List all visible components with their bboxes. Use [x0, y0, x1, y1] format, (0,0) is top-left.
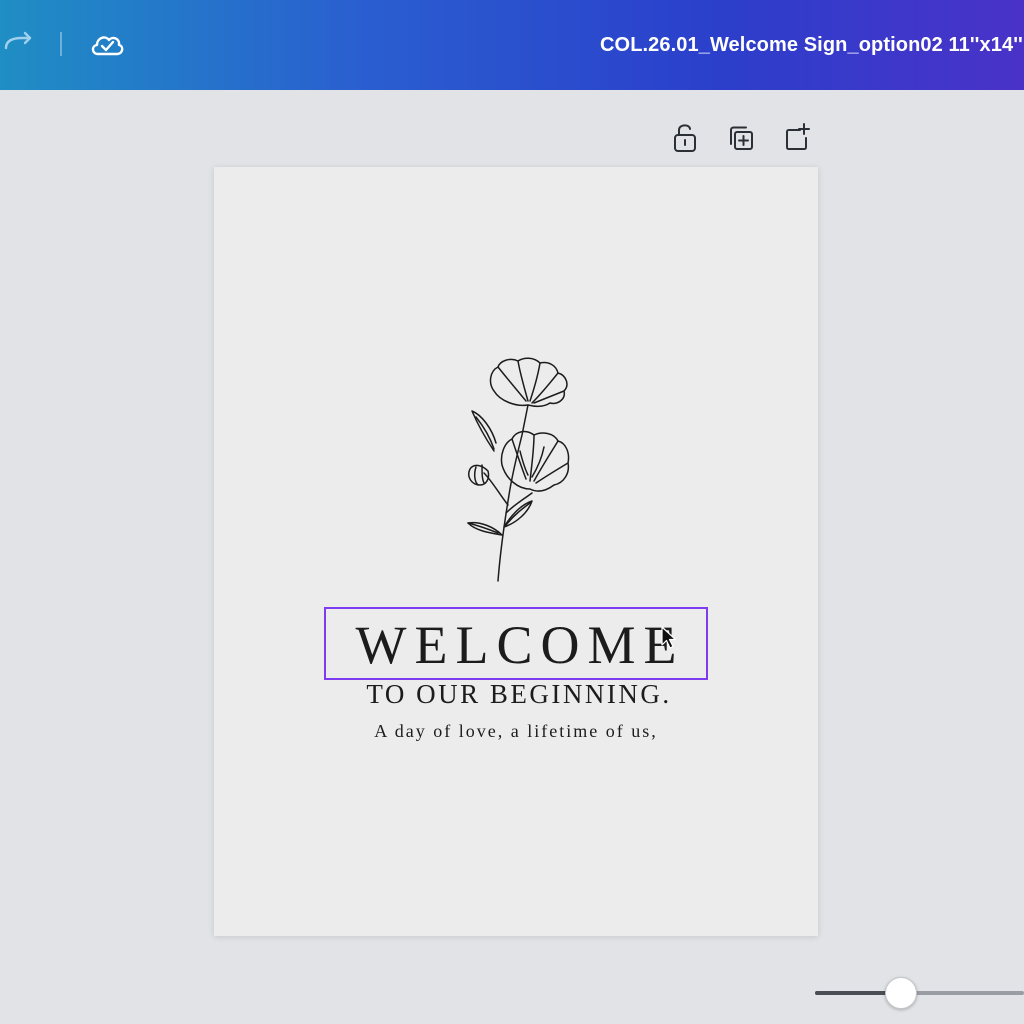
header-divider [60, 32, 62, 56]
document-title[interactable]: COL.26.01_Welcome Sign_option02 11''x14'… [600, 34, 1023, 57]
editor-header: COL.26.01_Welcome Sign_option02 11''x14'… [0, 0, 1024, 90]
duplicate-page-icon[interactable] [724, 120, 758, 156]
mouse-pointer-icon [660, 625, 678, 651]
design-page[interactable]: WELCOME TO OUR BEGINNING. A day of love,… [214, 167, 818, 936]
lock-open-icon[interactable] [668, 120, 702, 156]
add-page-icon[interactable] [780, 120, 814, 156]
tagline-text[interactable]: A day of love, a lifetime of us, [214, 721, 818, 742]
subheading-text[interactable]: TO OUR BEGINNING. [214, 679, 818, 710]
welcome-heading[interactable]: WELCOME [326, 615, 706, 675]
floral-line-art[interactable] [454, 355, 584, 585]
redo-icon[interactable] [2, 30, 34, 58]
selected-text-box[interactable]: WELCOME [324, 607, 708, 680]
zoom-slider-track[interactable] [815, 991, 1024, 995]
zoom-slider-handle[interactable] [885, 977, 917, 1009]
cloud-check-icon[interactable] [88, 28, 126, 62]
